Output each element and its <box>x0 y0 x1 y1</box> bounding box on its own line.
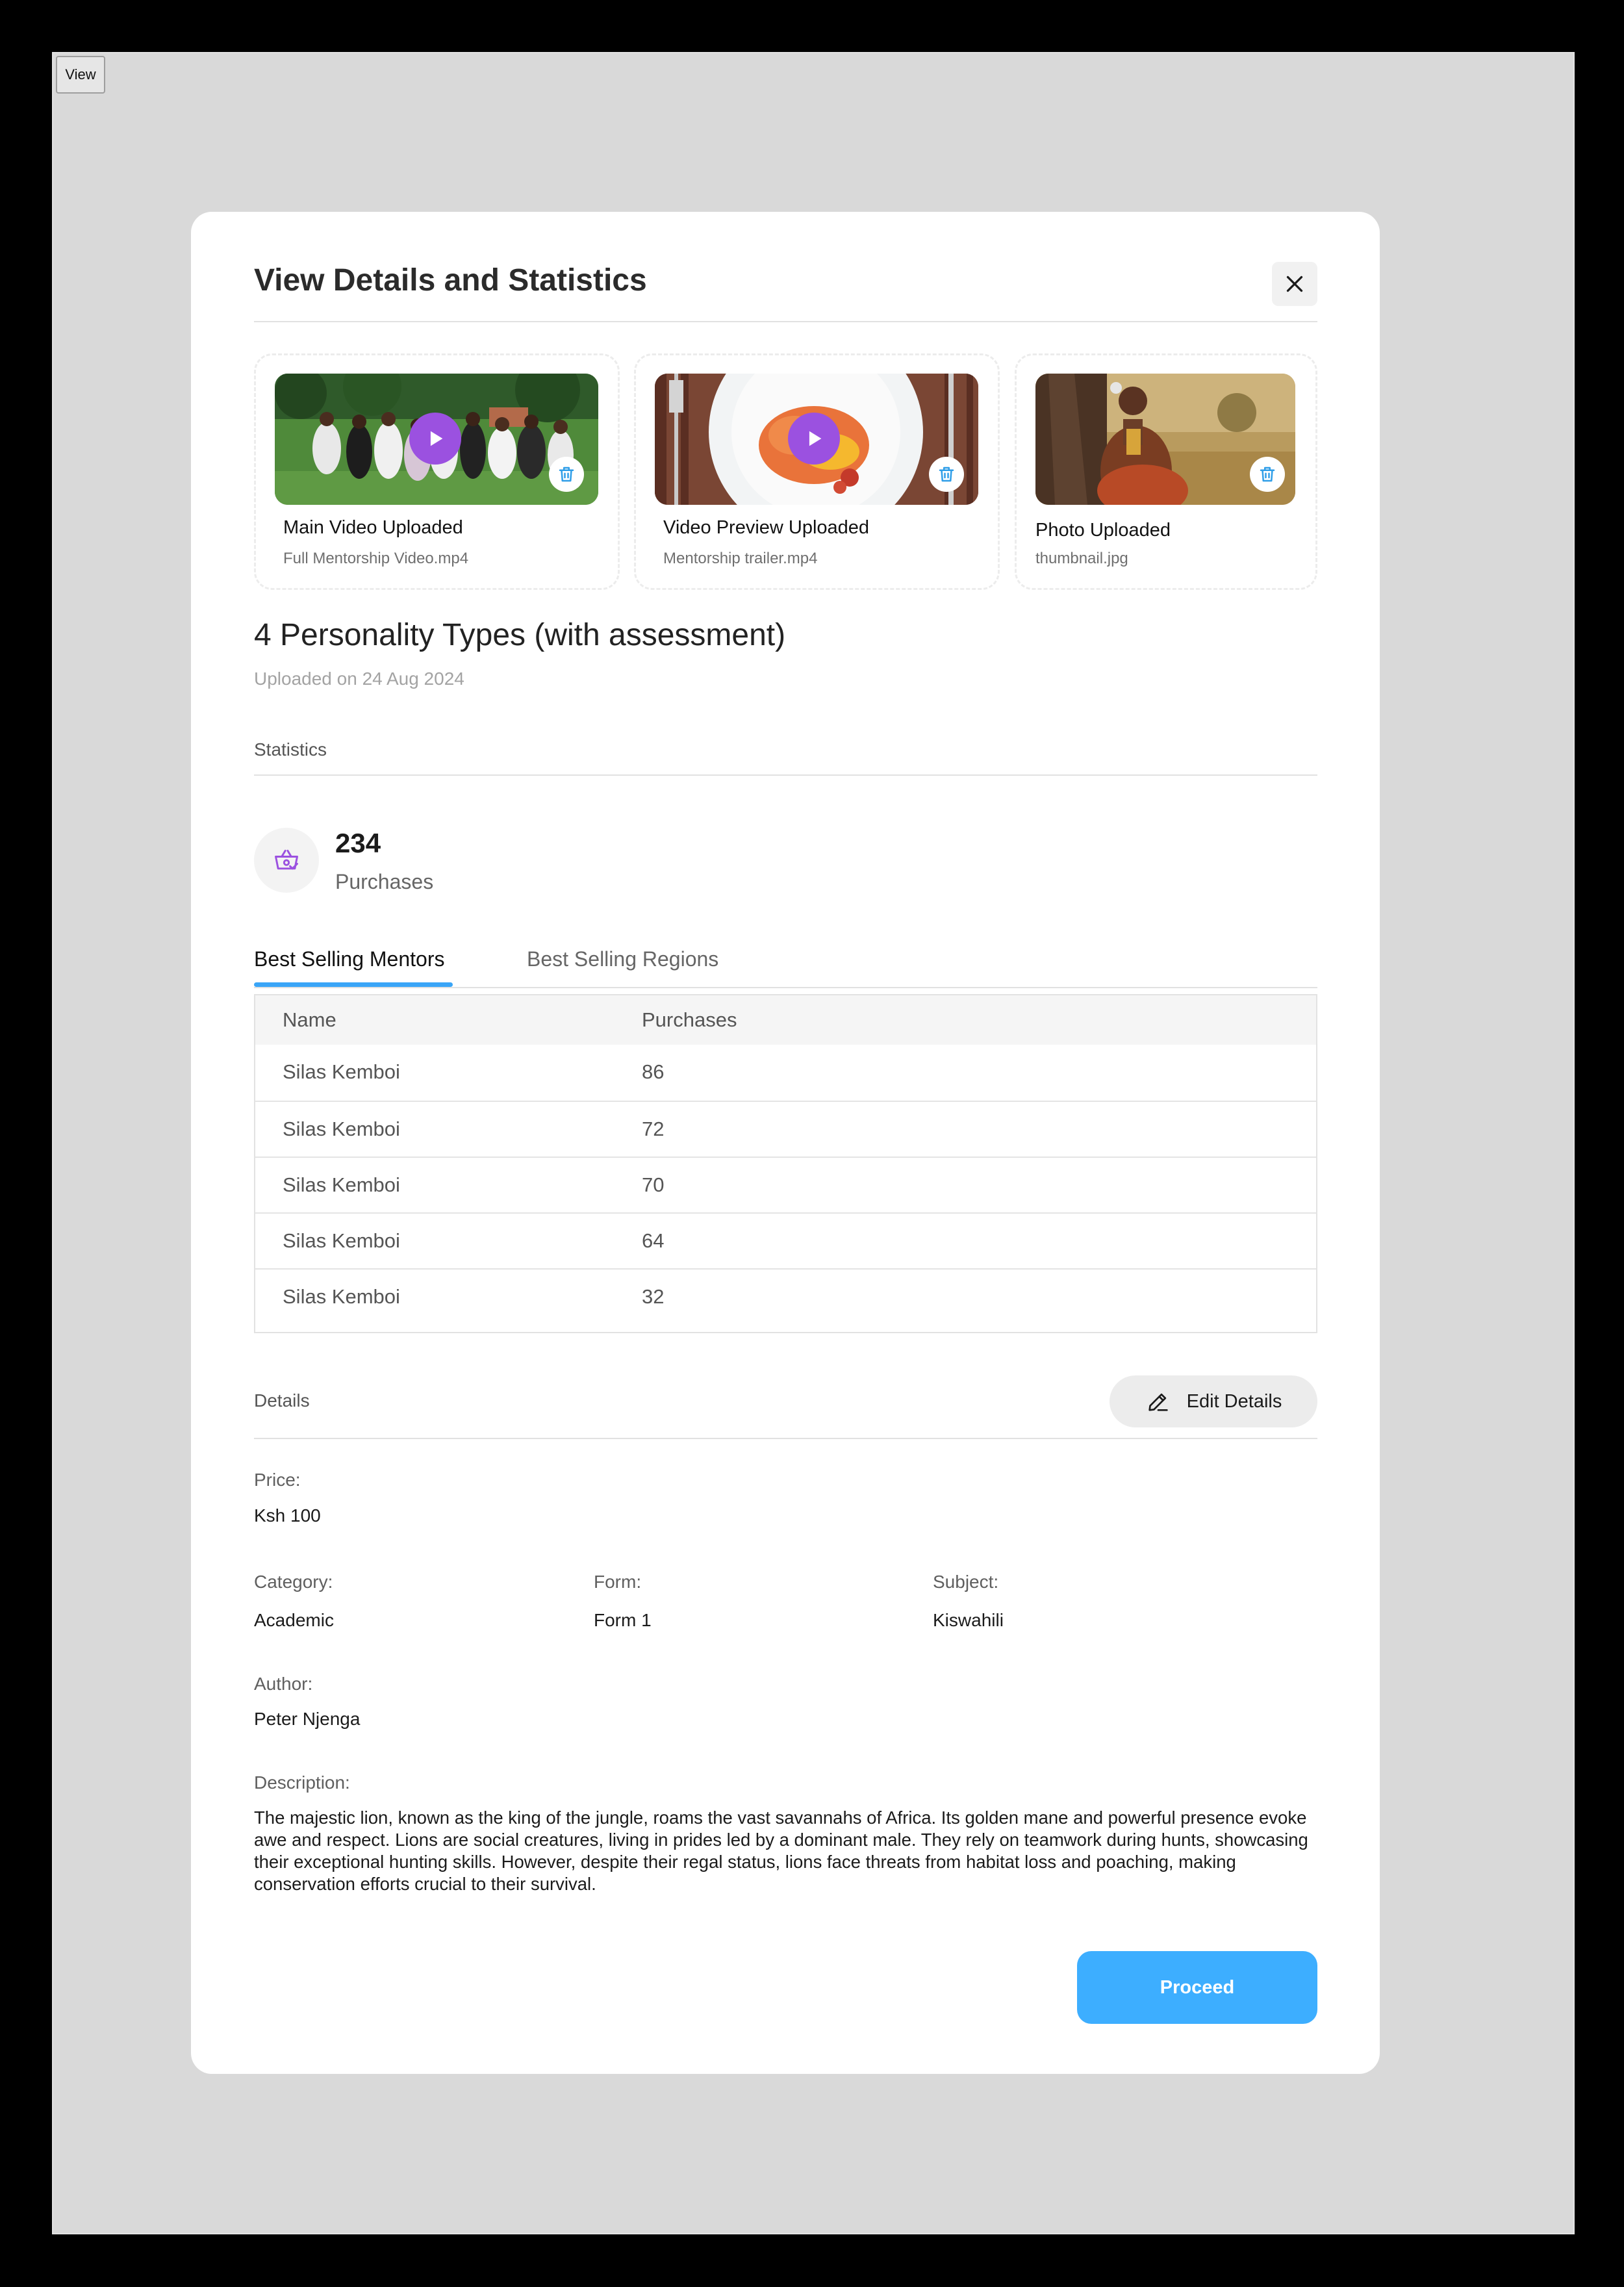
details-modal: View Details and Statistics Main Video U… <box>191 212 1380 2074</box>
item-title: 4 Personality Types (with assessment) <box>254 618 786 652</box>
photo-filename: thumbnail.jpg <box>1035 550 1128 567</box>
price-label: Price: <box>254 1470 301 1490</box>
row-name: Silas Kemboi <box>283 1229 400 1252</box>
play-icon <box>809 431 822 446</box>
video-preview-thumbnail[interactable] <box>655 374 978 505</box>
delete-photo-button[interactable] <box>1250 457 1285 492</box>
pencil-icon <box>1148 1393 1168 1411</box>
video-preview-filename: Mentorship trailer.mp4 <box>663 550 818 567</box>
table-row: Silas Kemboi 64 <box>255 1212 1316 1268</box>
table-row: Silas Kemboi 72 <box>255 1101 1316 1156</box>
column-header-purchases: Purchases <box>642 1008 737 1031</box>
modal-title: View Details and Statistics <box>254 263 647 298</box>
edit-details-button[interactable]: Edit Details <box>1110 1375 1317 1427</box>
main-video-label: Main Video Uploaded <box>283 517 463 538</box>
column-header-name: Name <box>283 1008 336 1031</box>
shopping-basket-icon <box>275 849 298 870</box>
category-value: Academic <box>254 1610 334 1630</box>
purchases-label: Purchases <box>335 870 434 893</box>
row-purchases: 86 <box>642 1060 665 1083</box>
main-video-thumbnail[interactable] <box>275 374 598 505</box>
details-heading: Details <box>254 1390 310 1411</box>
statistics-heading: Statistics <box>254 739 327 760</box>
photo-thumbnail[interactable] <box>1035 374 1295 505</box>
row-name: Silas Kemboi <box>283 1285 400 1308</box>
edit-details-label: Edit Details <box>1186 1390 1282 1412</box>
play-icon <box>430 431 443 446</box>
author-value: Peter Njenga <box>254 1709 361 1729</box>
mentors-table: Name Purchases Silas Kemboi 86 Silas Kem… <box>254 994 1317 1333</box>
description-label: Description: <box>254 1772 350 1793</box>
purchases-stat-icon-wrap <box>254 828 319 893</box>
trash-icon <box>559 466 574 482</box>
row-name: Silas Kemboi <box>283 1173 400 1196</box>
row-purchases: 32 <box>642 1285 665 1308</box>
table-row: Silas Kemboi 32 <box>255 1268 1316 1332</box>
row-name: Silas Kemboi <box>283 1118 400 1140</box>
upload-date: Uploaded on 24 Aug 2024 <box>254 669 464 689</box>
media-card-main-video: Main Video Uploaded Full Mentorship Vide… <box>254 353 620 590</box>
delete-main-video-button[interactable] <box>549 457 584 492</box>
row-purchases: 64 <box>642 1229 665 1252</box>
tab-best-selling-mentors[interactable]: Best Selling Mentors <box>254 947 444 971</box>
price-value: Ksh 100 <box>254 1505 321 1526</box>
main-video-filename: Full Mentorship Video.mp4 <box>283 550 469 567</box>
media-card-photo: Photo Uploaded thumbnail.jpg <box>1015 353 1317 590</box>
statistics-divider <box>254 774 1317 776</box>
media-card-video-preview: Video Preview Uploaded Mentorship traile… <box>634 353 1000 590</box>
proceed-button[interactable]: Proceed <box>1077 1951 1317 2024</box>
table-row: Silas Kemboi 86 <box>255 1045 1316 1101</box>
tab-best-selling-regions[interactable]: Best Selling Regions <box>527 947 718 971</box>
trash-icon <box>1260 466 1275 482</box>
photo-label: Photo Uploaded <box>1035 520 1171 541</box>
header-divider <box>254 321 1317 322</box>
form-value: Form 1 <box>594 1610 652 1630</box>
row-purchases: 72 <box>642 1118 665 1140</box>
table-row: Silas Kemboi 70 <box>255 1156 1316 1212</box>
delete-video-preview-button[interactable] <box>929 457 964 492</box>
table-header: Name Purchases <box>255 995 1316 1045</box>
details-divider <box>254 1438 1317 1439</box>
subject-label: Subject: <box>933 1572 999 1592</box>
row-purchases: 70 <box>642 1173 665 1196</box>
form-label: Form: <box>594 1572 642 1592</box>
purchases-count: 234 <box>335 828 381 858</box>
trash-icon <box>939 466 954 482</box>
row-name: Silas Kemboi <box>283 1060 400 1083</box>
description-text: The majestic lion, known as the king of … <box>254 1808 1308 1894</box>
close-button[interactable] <box>1272 262 1317 306</box>
close-icon <box>1286 275 1303 292</box>
active-tab-indicator <box>254 982 453 987</box>
tabs-divider <box>254 987 1317 988</box>
play-button[interactable] <box>788 413 840 465</box>
play-button[interactable] <box>409 413 461 465</box>
subject-value: Kiswahili <box>933 1610 1004 1630</box>
video-preview-label: Video Preview Uploaded <box>663 517 870 538</box>
category-label: Category: <box>254 1572 333 1592</box>
author-label: Author: <box>254 1674 313 1694</box>
view-button[interactable]: View <box>56 56 105 94</box>
